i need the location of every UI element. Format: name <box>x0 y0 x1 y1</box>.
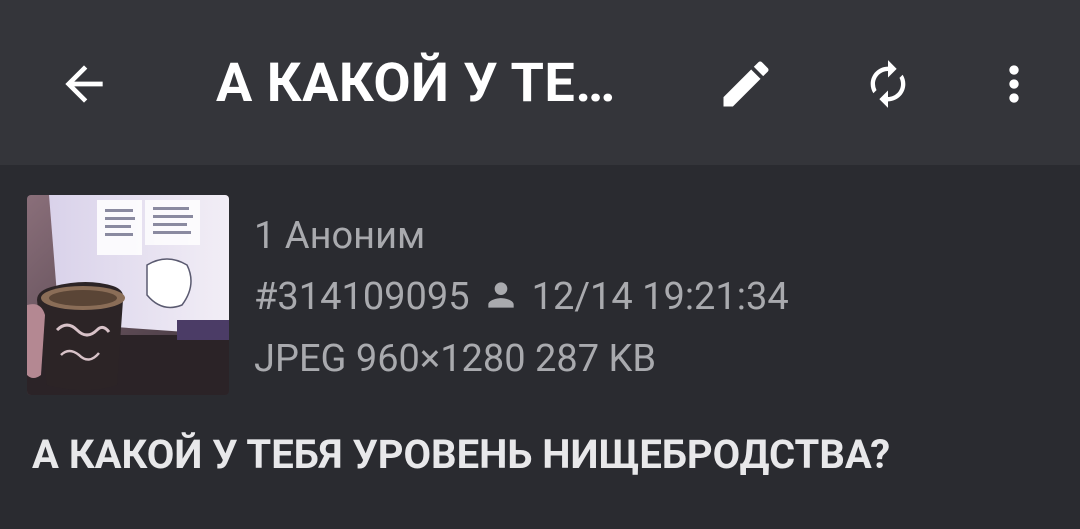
arrow-back-icon <box>65 65 103 103</box>
pencil-icon <box>723 61 769 107</box>
poster-name: 1 Аноним <box>254 214 426 258</box>
back-button[interactable] <box>44 44 124 124</box>
post-number[interactable]: #314109095 <box>254 275 470 319</box>
refresh-button[interactable] <box>848 44 928 124</box>
post-datetime: 12/14 19:21:34 <box>531 275 789 319</box>
refresh-icon <box>870 60 906 108</box>
app-bar: А КАКОЙ У ТЕ… <box>0 0 1080 165</box>
person-icon <box>487 282 514 308</box>
post-meta-line: #314109095 12/14 19:21:34 <box>254 274 789 320</box>
post-image-thumbnail[interactable] <box>27 195 229 395</box>
more-options-button[interactable] <box>982 44 1046 124</box>
thread-title: А КАКОЙ У ТЕ… <box>216 52 616 115</box>
thumbnail-image <box>27 195 229 395</box>
file-info: JPEG 960×1280 287 KB <box>254 337 657 381</box>
edit-button[interactable] <box>706 44 786 124</box>
post-text: А КАКОЙ У ТЕБЯ УРОВЕНЬ НИЩЕБРОДСТВА? <box>32 431 891 478</box>
more-vert-icon <box>1009 65 1019 103</box>
